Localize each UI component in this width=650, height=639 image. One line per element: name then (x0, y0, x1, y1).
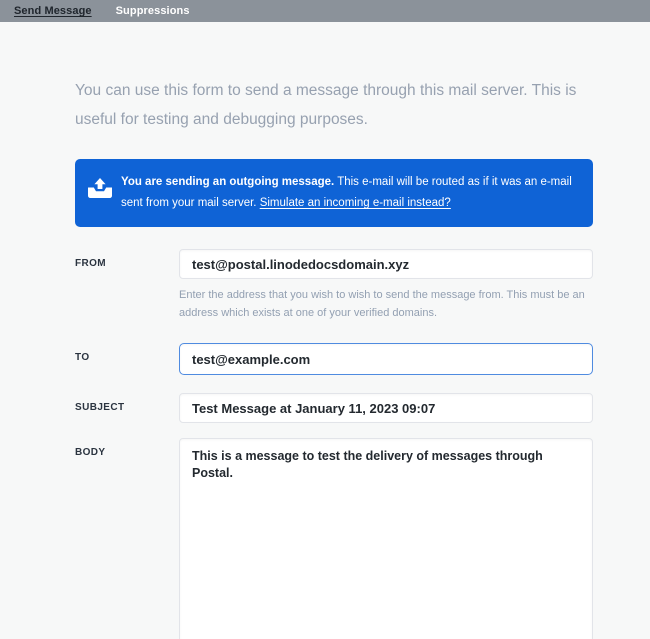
to-label: TO (75, 343, 179, 363)
to-input[interactable] (179, 343, 593, 375)
from-input[interactable] (179, 249, 593, 279)
body-row: BODY This is a message to test the deliv… (75, 438, 593, 639)
from-label: FROM (75, 249, 179, 269)
to-row: TO (75, 343, 593, 375)
tab-send-message[interactable]: Send Message (14, 5, 92, 17)
send-message-page: You can use this form to send a message … (0, 22, 650, 639)
send-message-form: FROM Enter the address that you wish to … (75, 249, 593, 639)
banner-message: You are sending an outgoing message. Thi… (121, 172, 579, 214)
simulate-incoming-email-link[interactable]: Simulate an incoming e-mail instead? (260, 197, 451, 209)
tab-bar: Send Message Suppressions (0, 0, 650, 22)
outgoing-message-tray-icon (88, 178, 112, 198)
banner-bold-text: You are sending an outgoing message. (121, 176, 334, 188)
subject-row: SUBJECT (75, 393, 593, 423)
outgoing-message-banner: You are sending an outgoing message. Thi… (75, 159, 593, 227)
from-row: FROM Enter the address that you wish to … (75, 249, 593, 322)
body-textarea[interactable]: This is a message to test the delivery o… (179, 438, 593, 639)
subject-input[interactable] (179, 393, 593, 423)
from-help-text: Enter the address that you wish to wish … (179, 286, 593, 322)
subject-label: SUBJECT (75, 393, 179, 413)
tab-suppressions[interactable]: Suppressions (116, 5, 190, 17)
page-intro-text: You can use this form to send a message … (75, 76, 593, 134)
body-label: BODY (75, 438, 179, 458)
